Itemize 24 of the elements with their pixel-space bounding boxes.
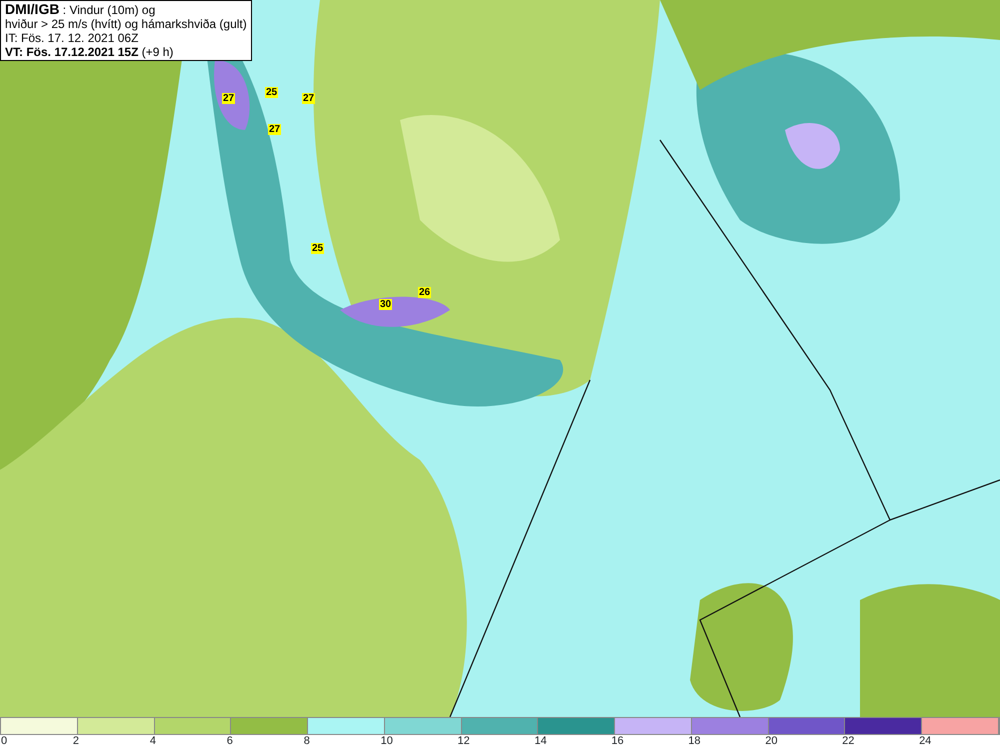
gust-label: 27 [268,124,282,135]
scale-tick-label: 20 [765,735,778,747]
scale-tick-label: 12 [458,735,470,747]
scale-tick-label: 10 [380,735,393,747]
header-text: DMI/IGB : Vindur (10m) og [5,2,156,17]
header-text: hviður > 25 m/s (hvítt) og hámarkshviða (gult) [5,17,247,31]
scale-tick-label: 18 [688,735,701,747]
header-text: VT: Fös. 17.12.2021 15Z (+9 h) [5,45,174,59]
scale-tick-label: 16 [611,735,624,747]
gust-label: 25 [265,87,278,98]
scale-tick-label: 14 [534,735,547,747]
scale-tick-label: 24 [919,735,932,747]
scale-tick-label: 22 [842,735,854,747]
scale-tick-label: 6 [226,735,233,747]
gust-label: 27 [302,93,316,104]
header-text: IT: Fös. 17. 12. 2021 06Z [5,31,140,45]
gust-label: 26 [418,287,432,298]
scale-tick-label: 4 [150,735,156,747]
gust-label: 25 [311,243,324,254]
gust-label: 30 [379,299,392,310]
gust-label: 27 [222,93,236,104]
scale-tick-label: 2 [72,735,80,747]
scale-tick-label: 0 [1,735,8,747]
scale-tick-label: 8 [304,735,310,747]
